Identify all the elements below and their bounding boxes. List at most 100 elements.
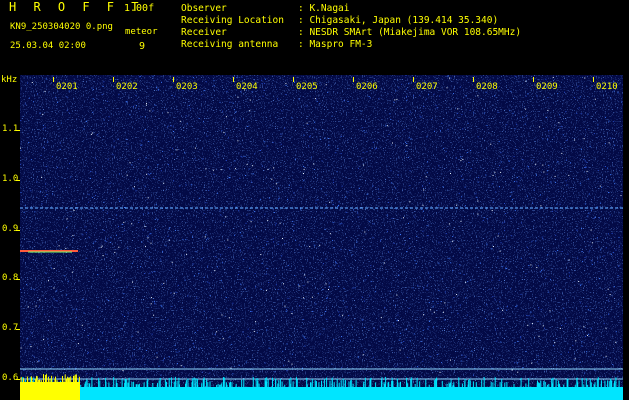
noise-speckle <box>483 112 485 114</box>
noise-speckle <box>156 356 158 358</box>
noise-speckle <box>459 264 461 265</box>
noise-speckle <box>303 168 305 170</box>
noise-speckle <box>372 356 374 358</box>
noise-speckle <box>536 361 538 363</box>
noise-speckle <box>102 209 104 211</box>
noise-speckle <box>331 363 333 365</box>
noise-speckle <box>483 217 485 219</box>
noise-speckle <box>486 304 487 306</box>
noise-speckle <box>110 236 112 238</box>
noise-floor-spike <box>336 379 338 387</box>
noise-speckle <box>101 245 103 247</box>
noise-speckle <box>186 253 187 255</box>
noise-speckle <box>366 151 368 153</box>
noise-speckle <box>617 92 619 94</box>
noise-speckle <box>494 299 496 301</box>
signal-spike <box>51 375 53 382</box>
noise-speckle <box>540 194 541 196</box>
noise-speckle <box>590 229 592 231</box>
info-label-antenna: Receiving antenna <box>181 39 279 50</box>
noise-speckle <box>289 184 290 186</box>
y-tick-label: 0.7 <box>2 323 19 333</box>
noise-speckle <box>309 135 311 137</box>
noise-speckle <box>499 301 501 303</box>
noise-floor-spike <box>195 378 197 387</box>
noise-speckle <box>193 275 195 277</box>
noise-speckle <box>428 302 430 303</box>
noise-speckle <box>362 354 364 356</box>
noise-speckle <box>24 205 26 207</box>
noise-speckle <box>350 340 351 342</box>
noise-speckle <box>45 183 47 185</box>
noise-speckle <box>214 270 216 272</box>
noise-floor-spike <box>267 379 269 387</box>
noise-speckle <box>305 105 307 107</box>
y-tick-label: 1.0 <box>2 174 19 184</box>
noise-speckle <box>111 267 113 269</box>
noise-speckle <box>615 331 617 333</box>
noise-speckle <box>543 171 545 173</box>
noise-speckle <box>41 203 43 205</box>
noise-speckle <box>303 337 305 339</box>
noise-speckle <box>581 341 583 343</box>
noise-speckle <box>228 317 230 319</box>
noise-speckle <box>193 346 195 348</box>
noise-speckle <box>66 227 68 229</box>
noise-speckle <box>252 374 254 376</box>
noise-speckle <box>405 328 407 330</box>
noise-speckle <box>123 293 125 295</box>
noise-speckle <box>422 329 424 331</box>
noise-floor-spike <box>193 377 195 387</box>
noise-floor-spike <box>563 384 565 387</box>
noise-speckle <box>33 355 35 357</box>
noise-speckle <box>312 310 314 312</box>
noise-speckle <box>328 144 330 146</box>
noise-floor-spike <box>539 382 541 387</box>
noise-speckle <box>268 282 270 283</box>
noise-speckle <box>174 95 176 97</box>
noise-speckle <box>514 210 516 212</box>
noise-speckle <box>325 84 327 86</box>
app-version: 1.00f <box>124 3 155 14</box>
noise-speckle <box>428 326 430 328</box>
noise-speckle <box>462 178 464 180</box>
noise-floor-spike <box>88 382 90 387</box>
noise-speckle <box>361 157 363 159</box>
noise-speckle <box>36 229 38 231</box>
noise-speckle <box>172 147 173 149</box>
noise-speckle <box>273 241 275 243</box>
noise-speckle <box>162 150 164 152</box>
noise-speckle <box>461 114 463 116</box>
noise-speckle <box>147 212 149 214</box>
x-tick-label: 0202 <box>116 82 138 92</box>
noise-speckle <box>324 212 325 214</box>
signal-block <box>20 382 80 400</box>
noise-speckle <box>239 232 241 234</box>
noise-floor-spike <box>146 380 148 387</box>
noise-speckle <box>300 208 302 210</box>
noise-speckle <box>568 259 570 261</box>
noise-speckle <box>504 203 505 204</box>
noise-speckle <box>566 140 568 142</box>
noise-speckle <box>94 240 96 242</box>
noise-speckle <box>52 365 54 367</box>
noise-speckle <box>331 115 333 117</box>
noise-speckle <box>374 291 376 293</box>
noise-speckle <box>287 297 289 299</box>
noise-speckle <box>229 101 231 103</box>
noise-speckle <box>398 135 400 137</box>
noise-speckle <box>322 289 324 291</box>
noise-speckle <box>66 294 67 296</box>
noise-speckle <box>322 263 324 265</box>
noise-speckle <box>324 311 326 312</box>
noise-speckle <box>542 238 544 240</box>
noise-speckle <box>610 174 612 175</box>
noise-speckle <box>608 120 610 122</box>
noise-speckle <box>207 265 209 267</box>
noise-floor-spike <box>216 384 218 387</box>
noise-speckle <box>321 315 323 316</box>
noise-speckle <box>450 262 452 264</box>
noise-speckle <box>615 249 617 251</box>
noise-speckle <box>46 166 48 168</box>
noise-speckle <box>363 351 365 353</box>
